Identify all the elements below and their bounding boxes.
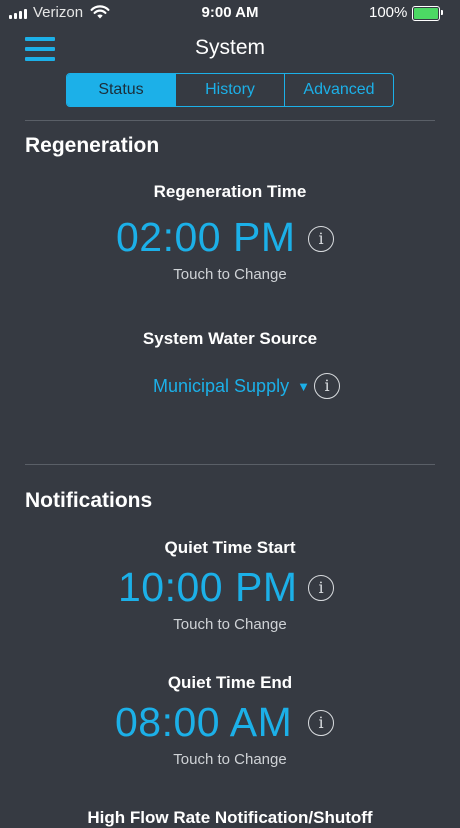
quiet-time-end-label: Quiet Time End (167, 673, 293, 692)
regeneration-time-label: Regeneration Time (153, 182, 307, 201)
quiet-time-end-hint: Touch to Change (173, 751, 287, 768)
section-title-regeneration: Regeneration (25, 134, 160, 157)
caret-down-icon: ▼ (297, 379, 310, 394)
regeneration-time-hint: Touch to Change (173, 266, 287, 283)
quiet-time-start-value[interactable]: 10:00 PM (118, 564, 298, 611)
info-icon[interactable]: i (314, 373, 340, 399)
tab-status[interactable]: Status (67, 74, 175, 106)
page-title: System (194, 36, 265, 59)
quiet-time-start-label: Quiet Time Start (164, 538, 296, 557)
water-source-dropdown[interactable]: Municipal Supply ▼ (153, 376, 310, 397)
tab-advanced[interactable]: Advanced (284, 74, 393, 106)
segmented-tabs: Status History Advanced (66, 73, 394, 107)
status-bar: Verizon 9:00 AM 100% (0, 0, 460, 26)
high-flow-label: High Flow Rate Notification/Shutoff (87, 808, 373, 827)
divider (25, 120, 435, 121)
regeneration-time-value[interactable]: 02:00 PM (116, 214, 296, 261)
section-title-notifications: Notifications (25, 489, 153, 512)
info-icon[interactable]: i (308, 575, 334, 601)
tab-history[interactable]: History (175, 74, 284, 106)
info-icon[interactable]: i (308, 710, 334, 736)
info-icon[interactable]: i (308, 226, 334, 252)
water-source-label: System Water Source (142, 329, 318, 348)
quiet-time-end-value[interactable]: 08:00 AM (115, 699, 292, 746)
water-source-value: Municipal Supply (153, 376, 290, 396)
divider (25, 464, 435, 465)
battery-percent: 100% (369, 4, 408, 21)
quiet-time-start-hint: Touch to Change (173, 616, 287, 633)
battery-icon (412, 6, 443, 21)
